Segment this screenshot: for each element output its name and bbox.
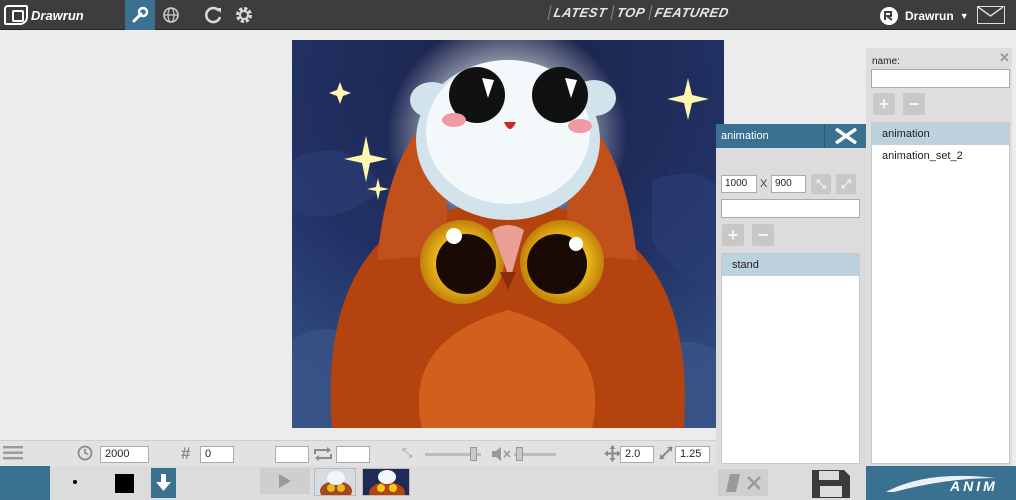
- settings-button[interactable]: [229, 0, 259, 30]
- refresh-button[interactable]: [199, 0, 229, 30]
- close-icon[interactable]: [746, 475, 761, 490]
- menu-icon[interactable]: [3, 446, 23, 460]
- logo-mark-icon: [4, 5, 28, 25]
- anim-logo-text: ANIM: [950, 478, 998, 494]
- mail-button[interactable]: [977, 6, 1005, 24]
- animation-list: stand: [721, 253, 860, 464]
- globe-icon: [163, 7, 179, 23]
- eraser-icon[interactable]: [725, 473, 740, 492]
- volume-slider-handle[interactable]: [516, 447, 523, 461]
- gear-icon: [236, 7, 252, 23]
- name-label: name:: [872, 56, 900, 67]
- frame-thumbnail-image: [363, 469, 409, 495]
- minus-icon: −: [908, 93, 920, 114]
- remove-set-button[interactable]: −: [903, 93, 925, 115]
- panel-title: animation: [721, 130, 769, 142]
- width-input[interactable]: 1000: [721, 175, 757, 193]
- color-swatch[interactable]: [115, 474, 134, 493]
- play-icon: [279, 474, 291, 488]
- frames-footer: ANIM: [0, 466, 1016, 500]
- timeline-toolbar: 2000 # 0 ⤡ 2.0 1.25: [0, 440, 716, 466]
- footer-accent: [0, 466, 50, 500]
- loop-to-input[interactable]: [336, 446, 370, 463]
- hash-icon: #: [181, 444, 191, 463]
- size-ratio-input[interactable]: 1.25: [675, 446, 710, 463]
- animation-panel: animation 1000 X 900 ⤡ ⤢ + − stand: [716, 124, 866, 466]
- loop-icon[interactable]: [312, 446, 334, 462]
- nav-featured[interactable]: FEATURED: [647, 5, 734, 20]
- refresh-icon: [205, 6, 222, 24]
- clock-icon: [77, 445, 93, 461]
- set-name-input[interactable]: [871, 69, 1010, 88]
- add-set-button[interactable]: +: [873, 93, 895, 115]
- frame-actions: [718, 469, 768, 496]
- user-name: Drawrun: [905, 9, 954, 23]
- app-logo[interactable]: Drawrun: [4, 3, 84, 27]
- globe-button[interactable]: [156, 0, 186, 30]
- add-animation-button[interactable]: +: [722, 224, 744, 246]
- fit-button[interactable]: ⤢: [836, 174, 856, 194]
- list-item[interactable]: stand: [722, 254, 859, 276]
- top-bar: Drawrun LATEST TOP FEATURED Drawrun ▼: [0, 0, 1016, 30]
- wrench-tool-button[interactable]: [125, 0, 155, 30]
- shrink-icon[interactable]: ⤡: [402, 445, 412, 461]
- dimension-sep: X: [760, 178, 768, 190]
- volume-mute-icon[interactable]: [491, 446, 513, 462]
- list-item[interactable]: animation_set_2: [872, 145, 1009, 167]
- mail-icon: [978, 7, 1003, 17]
- frame-index-input[interactable]: 0: [200, 446, 234, 463]
- user-avatar-icon: [880, 7, 898, 25]
- download-button[interactable]: [151, 468, 176, 498]
- app-name: Drawrun: [31, 7, 84, 23]
- remove-animation-button[interactable]: −: [752, 224, 774, 246]
- zoom-slider-handle[interactable]: [470, 447, 477, 461]
- artwork-owl-ghost: [292, 40, 724, 428]
- duration-input[interactable]: 2000: [100, 446, 149, 463]
- play-button[interactable]: [260, 468, 310, 494]
- animation-name-input[interactable]: [721, 199, 860, 218]
- close-panel-button[interactable]: [824, 124, 866, 148]
- scale-input[interactable]: 2.0: [620, 446, 654, 463]
- plus-icon: +: [727, 224, 739, 245]
- close-icon[interactable]: ✕: [999, 50, 1010, 66]
- download-icon: [156, 474, 171, 491]
- anim-logo-button[interactable]: ANIM: [866, 466, 1016, 500]
- expand-icon: ⤢: [841, 176, 851, 191]
- move-icon: [604, 445, 621, 462]
- plus-icon: +: [878, 93, 890, 114]
- list-item[interactable]: animation: [872, 123, 1009, 145]
- shrink-button[interactable]: ⤡: [811, 174, 831, 194]
- close-icon: [834, 128, 857, 144]
- frame-thumbnail-2[interactable]: [362, 468, 410, 496]
- user-menu[interactable]: Drawrun ▼: [879, 6, 969, 26]
- height-input[interactable]: 900: [771, 175, 806, 193]
- set-list: animation animation_set_2: [871, 122, 1010, 464]
- frame-thumbnail-image: [315, 469, 355, 495]
- caret-down-icon: ▼: [959, 11, 969, 21]
- resize-icon: [659, 446, 673, 460]
- brush-size-dot[interactable]: [73, 480, 77, 484]
- nav-latest[interactable]: LATEST: [547, 5, 612, 20]
- nav-top[interactable]: TOP: [609, 5, 650, 20]
- main-nav: LATEST TOP FEATURED: [547, 5, 734, 20]
- drawing-canvas[interactable]: [292, 40, 724, 428]
- save-icon[interactable]: [810, 468, 852, 500]
- minus-icon: −: [757, 224, 769, 245]
- animation-set-panel: ✕ name: + − animation animation_set_2: [866, 48, 1012, 466]
- loop-from-input[interactable]: [275, 446, 309, 463]
- shrink-icon: ⤡: [816, 176, 826, 191]
- wrench-icon: [132, 6, 149, 23]
- frame-thumbnail-1[interactable]: [314, 468, 356, 496]
